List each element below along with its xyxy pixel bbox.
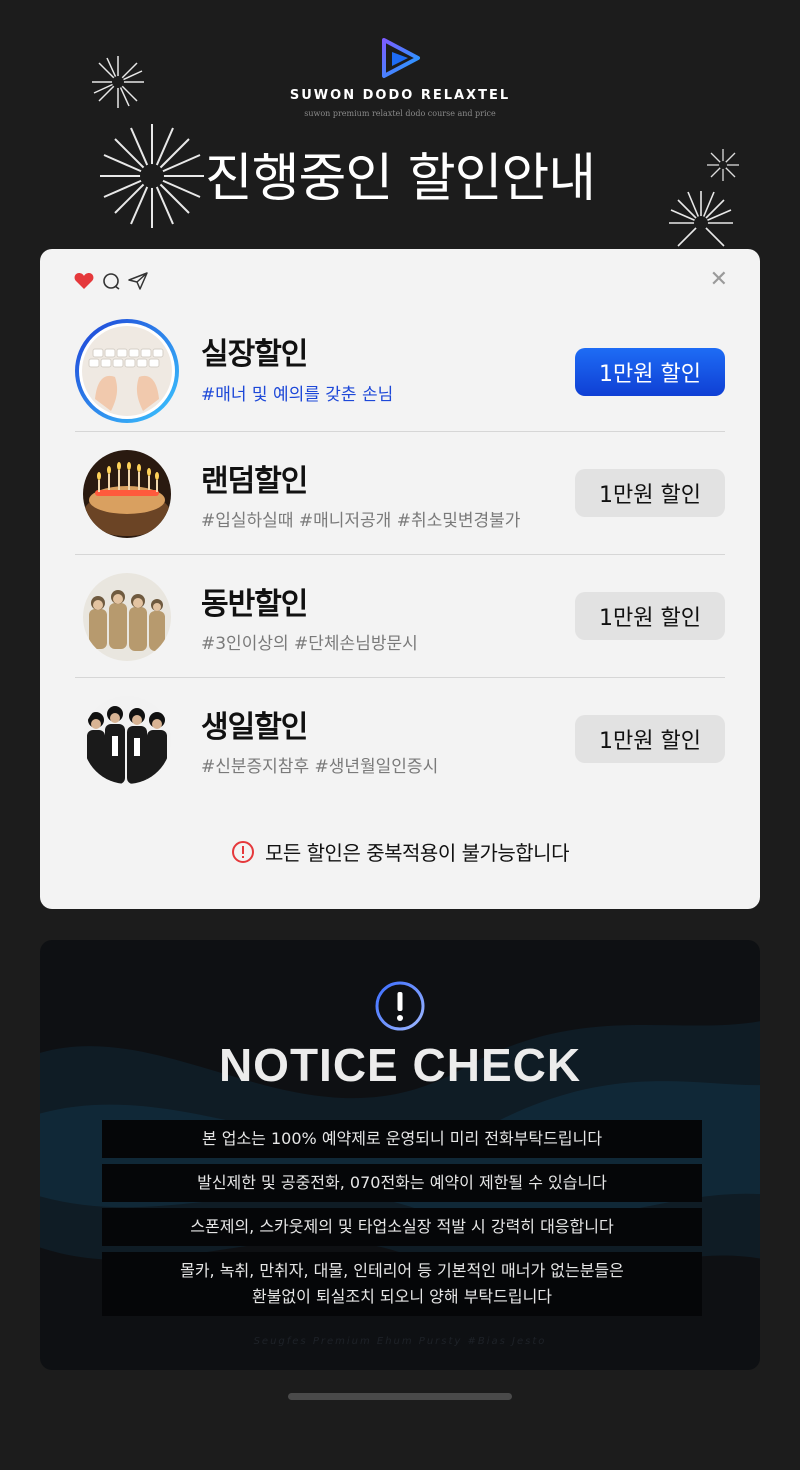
brand-subtitle: suwon premium relaxtel dodo course and p… (304, 109, 496, 118)
avatar-soldiers (83, 573, 171, 661)
notice-line: 발신제한 및 공중전화, 070전화는 예약이 제한될 수 있습니다 (102, 1164, 702, 1202)
notice-line: 몰카, 녹취, 만취자, 대물, 인테리어 등 기본적인 매너가 없는분들은 (180, 1261, 624, 1280)
notice-panel: NOTICE CHECK 본 업소는 100% 예약제로 운영되니 미리 전화부… (40, 940, 760, 1370)
discount-tags: #입실하실때 #매니저공개 #취소및변경불가 (201, 511, 521, 531)
discount-item[interactable]: 생일할인 #신분증지참후 #생년월일인증시 1만원 할인 (75, 678, 725, 800)
avatar-keyboard (75, 319, 179, 423)
notice-line: 스폰제의, 스카웃제의 및 타업소실장 적발 시 강력히 대응합니다 (102, 1208, 702, 1246)
notice-line-multi: 몰카, 녹취, 만취자, 대물, 인테리어 등 기본적인 매너가 없는분들은 환… (102, 1252, 702, 1316)
discount-badge-button[interactable]: 1만원 할인 (575, 592, 725, 640)
discount-title: 실장할인 (201, 337, 308, 372)
notice-title: NOTICE CHECK (218, 1039, 582, 1091)
page-title: 진행중인 할인안내 (204, 149, 596, 209)
heart-icon[interactable] (74, 272, 94, 290)
home-indicator[interactable] (288, 1393, 512, 1400)
discount-badge-button[interactable]: 1만원 할인 (575, 469, 725, 517)
notice-line: 환불없이 퇴실조치 되오니 양해 부탁드립니다 (251, 1287, 553, 1306)
duplicate-warning: 모든 할인은 중복적용이 불가능합니다 (40, 837, 760, 866)
discount-badge-button[interactable]: 1만원 할인 (575, 715, 725, 763)
comment-icon[interactable] (102, 272, 120, 290)
discount-tags: #매너 및 예의를 갖춘 손님 (201, 385, 394, 405)
card-toolbar (74, 271, 148, 291)
warning-text: 모든 할인은 중복적용이 불가능합니다 (265, 841, 569, 865)
send-icon[interactable] (128, 272, 148, 290)
discount-item[interactable]: 랜덤할인 #입실하실때 #매니저공개 #취소및변경불가 1만원 할인 (75, 432, 725, 554)
discount-tags: #신분증지참후 #생년월일인증시 (201, 757, 439, 777)
avatar-cake (83, 450, 171, 538)
discount-tags: #3인이상의 #단체손님방문시 (201, 634, 418, 654)
play-logo-icon (382, 38, 420, 78)
discount-title: 동반할인 (201, 587, 308, 622)
close-icon[interactable]: ✕ (710, 267, 728, 292)
notice-watermark: Seugfes Premium Ehum Pursty #Bias Jesto (253, 1336, 547, 1347)
avatar-group (83, 696, 171, 784)
discount-title: 생일할인 (201, 710, 308, 745)
discount-badge-button[interactable]: 1만원 할인 (575, 348, 725, 396)
notice-line: 본 업소는 100% 예약제로 운영되니 미리 전화부탁드립니다 (102, 1120, 702, 1158)
discount-item[interactable]: 동반할인 #3인이상의 #단체손님방문시 1만원 할인 (75, 555, 725, 677)
header: SUWON DODO RELAXTEL suwon premium relaxt… (0, 0, 800, 250)
discount-item[interactable]: 실장할인 #매너 및 예의를 갖춘 손님 1만원 할인 (75, 309, 725, 431)
discount-title: 랜덤할인 (201, 464, 308, 499)
brand-name: SUWON DODO RELAXTEL (289, 88, 511, 103)
exclamation-icon (375, 981, 425, 1031)
discount-card: ✕ 실장할인 #매너 및 예의를 갖춘 손님 1만원 할인 랜덤할인 #입실하실… (40, 249, 760, 909)
alert-icon (232, 840, 254, 863)
